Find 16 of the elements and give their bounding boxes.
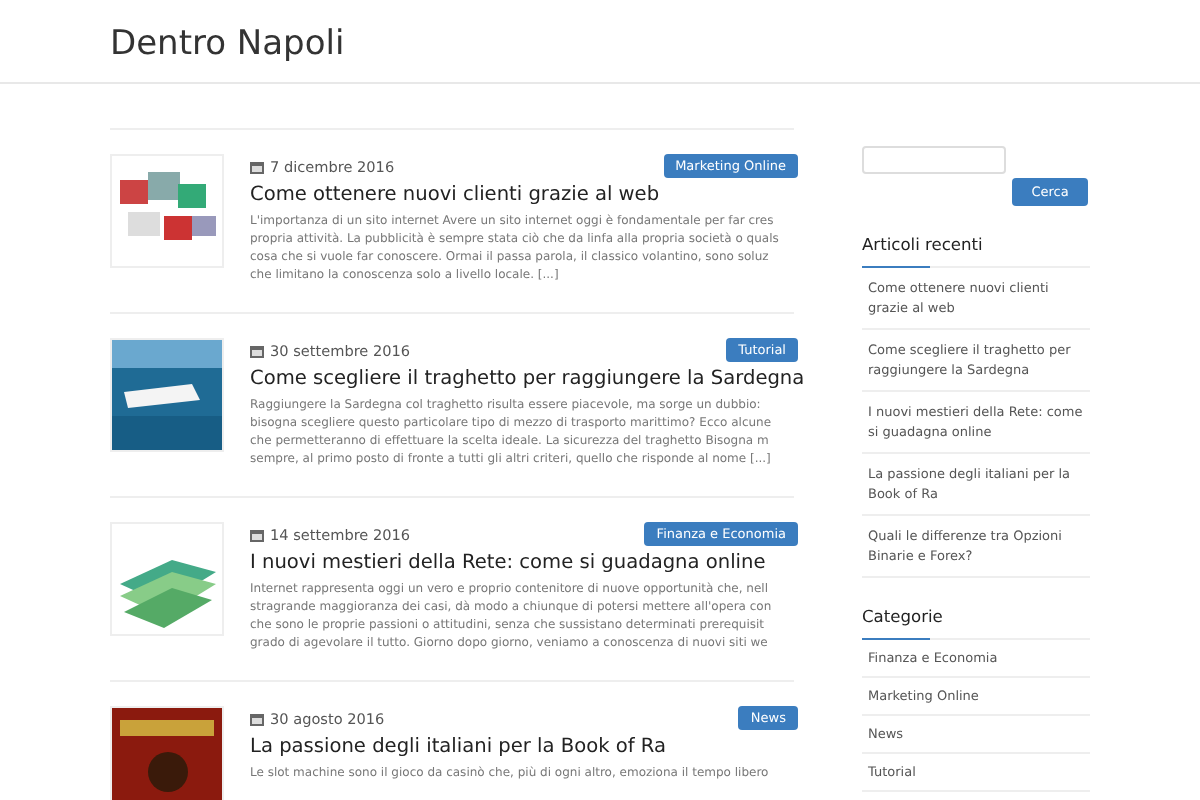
post-title[interactable]: I nuovi mestieri della Rete: come si guadagna online [250, 552, 766, 574]
calendar-icon [250, 527, 264, 541]
site-title[interactable]: Dentro Napoli [110, 24, 345, 64]
post-title[interactable]: Come scegliere il traghetto per raggiungere la Sardegna [250, 368, 805, 390]
calendar-icon [250, 159, 264, 173]
widget-heading: Categorie [862, 606, 1090, 640]
widget-heading: Articoli recenti [862, 234, 1090, 268]
post-title[interactable]: La passione degli italiani per la Book of Ra [250, 736, 667, 758]
post-thumbnail[interactable] [110, 338, 224, 452]
search-field[interactable] [862, 146, 1006, 174]
calendar-icon [250, 343, 264, 357]
post-thumbnail[interactable] [110, 154, 224, 268]
post-thumbnail[interactable] [110, 522, 224, 636]
post-title[interactable]: Come ottenere nuovi clienti grazie al web [250, 184, 660, 206]
calendar-icon [250, 711, 264, 725]
post-thumbnail[interactable] [110, 706, 224, 800]
